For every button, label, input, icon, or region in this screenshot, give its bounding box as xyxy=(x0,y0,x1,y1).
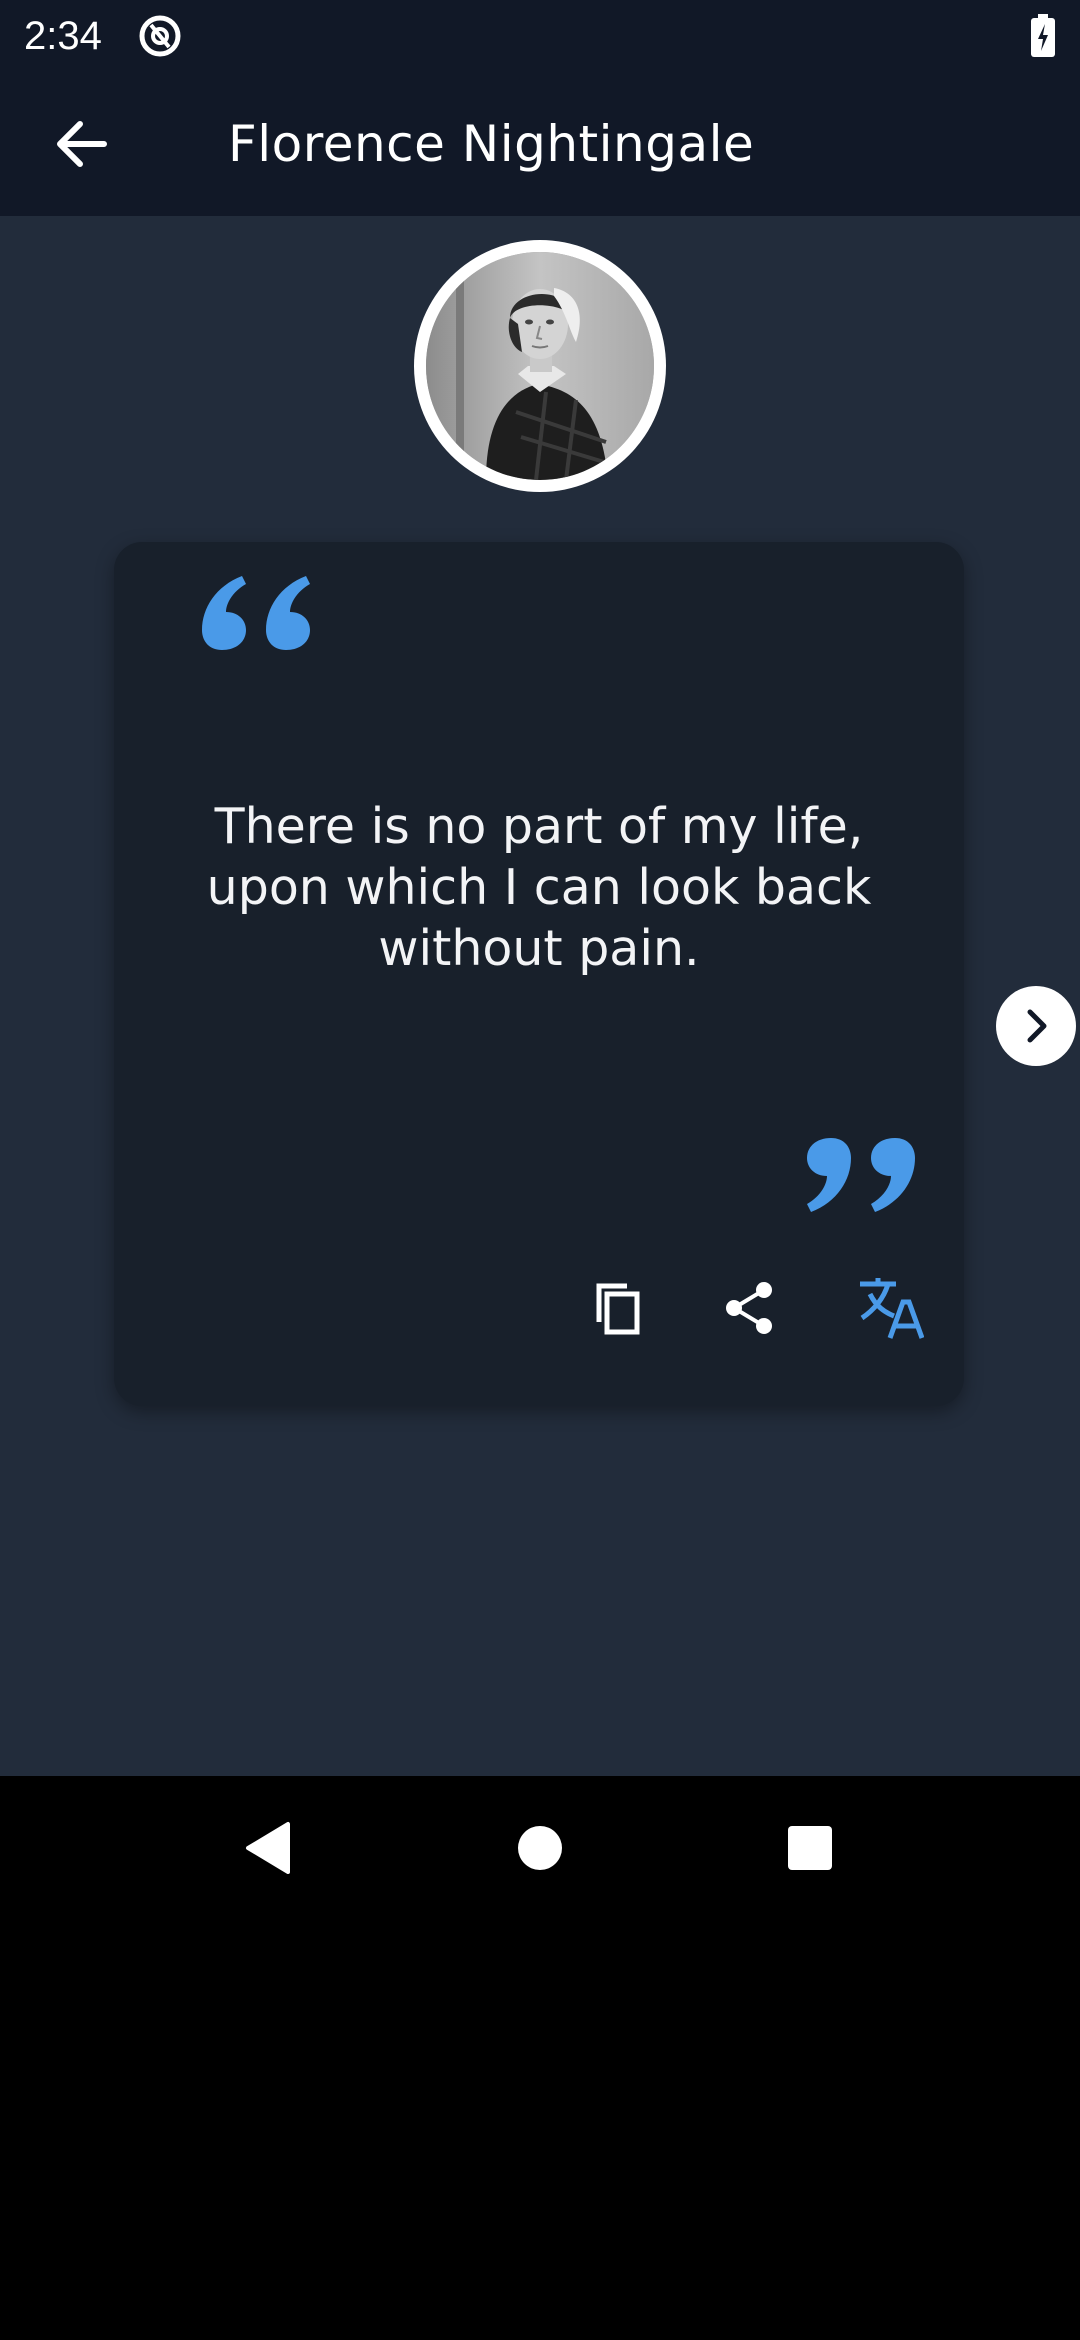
content-area: There is no part of my life, upon which … xyxy=(0,216,1080,1776)
battery-charging-icon xyxy=(1031,14,1055,57)
author-portrait xyxy=(426,252,654,480)
screen: 2:34 Florence Nightingale There is no pa… xyxy=(0,0,1080,2340)
system-nav-bar xyxy=(0,1776,1080,1920)
copy-button[interactable] xyxy=(581,1270,657,1346)
nav-home-icon xyxy=(518,1826,562,1870)
copy-icon xyxy=(596,1283,640,1335)
app-bar: Florence Nightingale xyxy=(0,72,1080,216)
nav-recents-icon xyxy=(788,1826,832,1870)
open-quote-icon xyxy=(202,576,310,650)
status-bar: 2:34 xyxy=(0,0,1080,72)
nav-back-button[interactable] xyxy=(220,1800,316,1896)
share-button[interactable] xyxy=(712,1270,788,1346)
close-quote-icon xyxy=(807,1138,915,1212)
back-button[interactable] xyxy=(42,104,122,184)
nav-back-icon xyxy=(246,1822,290,1874)
next-quote-button[interactable] xyxy=(996,986,1076,1066)
chevron-right-icon xyxy=(1027,1009,1047,1043)
status-time: 2:34 xyxy=(24,14,102,58)
quote-card: There is no part of my life, upon which … xyxy=(114,542,964,1406)
avatar xyxy=(414,240,666,492)
page-title: Florence Nightingale xyxy=(228,115,755,173)
quote-text: There is no part of my life, upon which … xyxy=(206,798,872,977)
at-sign-icon xyxy=(139,15,181,57)
arrow-back-icon xyxy=(57,121,107,167)
translate-icon xyxy=(860,1278,924,1339)
nav-home-button[interactable] xyxy=(492,1800,588,1896)
share-icon xyxy=(726,1282,772,1334)
translate-button[interactable] xyxy=(852,1270,928,1346)
nav-recents-button[interactable] xyxy=(762,1800,858,1896)
